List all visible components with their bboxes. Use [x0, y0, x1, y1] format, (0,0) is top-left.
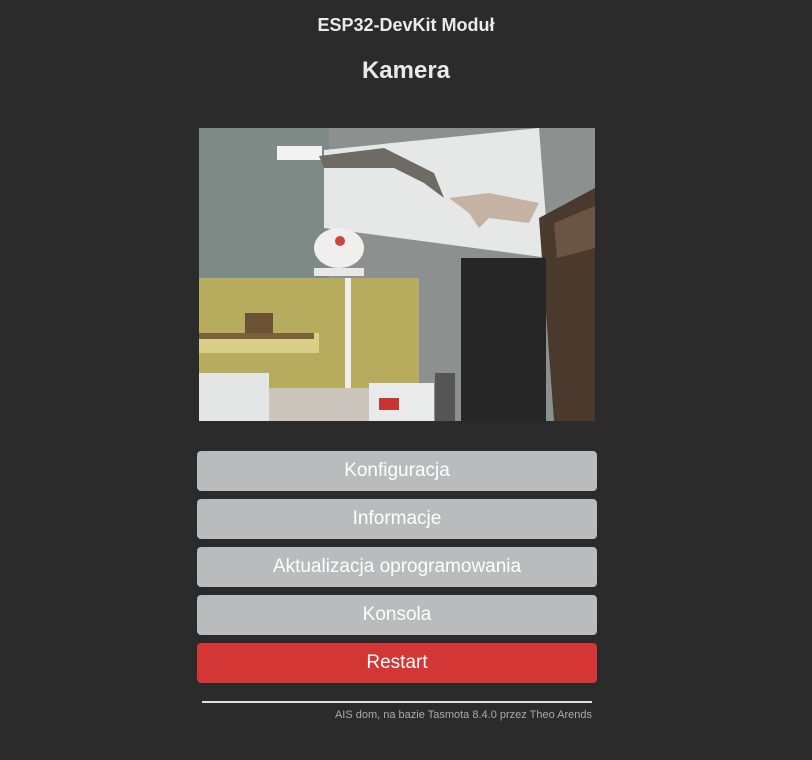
console-button[interactable]: Konsola: [197, 595, 597, 635]
camera-scene: [199, 128, 595, 421]
page: ESP32-DevKit Moduł Kamera Konfiguracja I…: [0, 0, 812, 760]
restart-button[interactable]: Restart: [197, 643, 597, 683]
footer-divider: [202, 701, 592, 703]
information-button[interactable]: Informacje: [197, 499, 597, 539]
page-title: Kamera: [361, 57, 451, 84]
firmware-update-button[interactable]: Aktualizacja oprogramowania: [197, 547, 597, 587]
configuration-button[interactable]: Konfiguracja: [197, 451, 597, 491]
camera-stream-image: [199, 128, 595, 421]
footer-credits: AIS dom, na bazie Tasmota 8.4.0 przez Th…: [334, 709, 592, 721]
module-name: ESP32-DevKit Moduł: [317, 15, 495, 35]
